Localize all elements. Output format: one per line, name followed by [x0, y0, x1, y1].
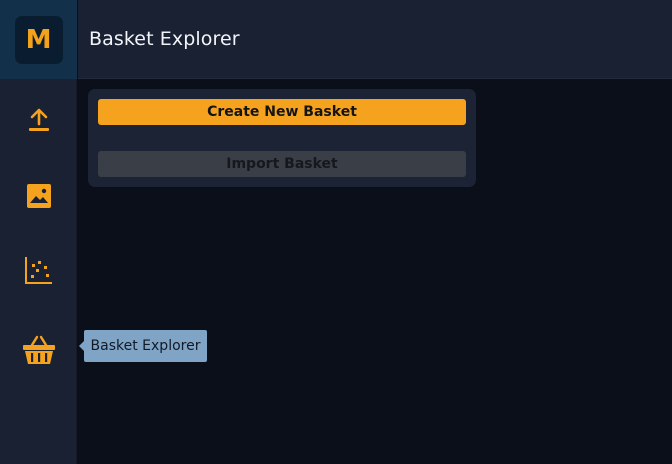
sidebar-tooltip: Basket Explorer	[84, 330, 207, 362]
sidebar-item-scatter[interactable]	[0, 240, 77, 300]
basket-icon	[22, 335, 55, 364]
app-window: M Basket Explorer Create New Basket Impo…	[0, 0, 672, 464]
main-content: Create New Basket Import Basket	[78, 80, 672, 464]
logo-letter: M	[25, 24, 52, 55]
sidebar-item-images[interactable]	[0, 166, 77, 226]
import-basket-button[interactable]: Import Basket	[98, 151, 466, 177]
app-logo[interactable]: M	[14, 15, 63, 64]
basket-actions-panel: Create New Basket Import Basket	[88, 89, 476, 187]
scatter-plot-icon	[24, 257, 52, 284]
sidebar-item-upload[interactable]	[0, 90, 77, 150]
logo-area: M	[0, 0, 77, 79]
upload-icon	[28, 108, 49, 131]
sidebar: M	[0, 0, 77, 464]
image-icon	[26, 184, 51, 208]
create-new-basket-button[interactable]: Create New Basket	[98, 99, 466, 125]
sidebar-item-basket-explorer[interactable]	[0, 320, 77, 380]
page-title: Basket Explorer	[89, 28, 240, 50]
header-bar: Basket Explorer	[78, 0, 672, 79]
